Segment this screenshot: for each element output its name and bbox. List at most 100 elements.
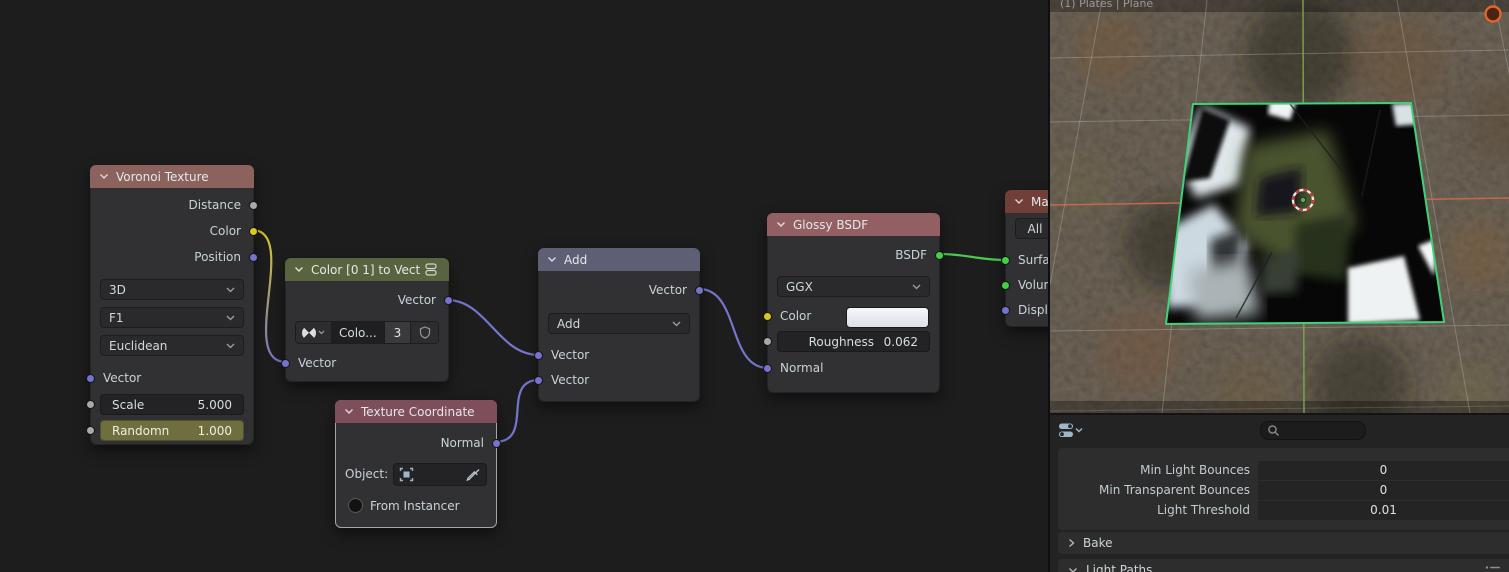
viewport-3d[interactable]: (1) Plates | Plane [1050, 0, 1509, 413]
properties-editor-icon [1059, 423, 1083, 437]
browse-group-button[interactable] [296, 322, 332, 343]
roughness-slider[interactable]: Roughness 0.062 [777, 331, 930, 352]
socket-scale-in[interactable] [86, 400, 95, 409]
search-input[interactable] [1260, 421, 1366, 440]
node-texture-coordinate[interactable]: Texture Coordinate Normal Object: From I… [335, 400, 501, 528]
light-paths-panel-label: Light Paths [1086, 563, 1153, 572]
chevron-down-icon [226, 315, 235, 320]
scale-label: Scale [112, 397, 145, 412]
eyedropper-icon[interactable] [466, 468, 481, 482]
panel-grip-icon[interactable] [1485, 565, 1501, 572]
panel-bake[interactable]: Bake [1058, 532, 1509, 554]
user-count: 3 [393, 325, 402, 340]
normal-label: Normal [780, 361, 824, 375]
input-surface-label: Surface [1018, 253, 1050, 267]
link-texcoord-to-add [494, 378, 540, 444]
randomness-label: Randomn [112, 423, 170, 438]
min-light-bounces-field[interactable]: 0 [1258, 461, 1509, 480]
socket-distance-out[interactable] [249, 201, 258, 210]
node-header[interactable]: Material Output [1005, 190, 1050, 213]
viewport-render: (1) Plates | Plane [1050, 0, 1509, 413]
distribution-select[interactable]: GGX [777, 276, 930, 297]
output-vector-label: Vector [648, 283, 687, 297]
editor-type-button[interactable] [1058, 421, 1088, 439]
socket-surface-in[interactable] [1001, 256, 1010, 265]
randomness-slider[interactable]: Randomn 1.000 [100, 420, 244, 441]
socket-displacement-in[interactable] [1001, 306, 1010, 315]
collapse-chevron-icon[interactable] [344, 408, 354, 415]
collapse-chevron-icon[interactable] [776, 221, 786, 228]
dimension-select[interactable]: 3D [100, 279, 244, 300]
collapse-chevron-icon[interactable] [547, 256, 557, 263]
input-vector-label: Vector [298, 356, 337, 370]
collapse-chevron-icon[interactable] [99, 173, 109, 180]
node-header[interactable]: Texture Coordinate [335, 400, 497, 423]
socket-color-in[interactable] [763, 312, 772, 321]
light-object[interactable] [1484, 5, 1502, 23]
operation-select[interactable]: Add [548, 313, 690, 334]
socket-vector-in[interactable] [281, 359, 290, 368]
output-distance-label: Distance [188, 198, 241, 212]
operation-value: Add [557, 316, 581, 331]
socket-position-out[interactable] [249, 253, 258, 262]
chevron-right-icon [1069, 538, 1075, 548]
socket-vector2-in[interactable] [534, 376, 543, 385]
object-field[interactable] [393, 463, 487, 486]
socket-bsdf-out[interactable] [935, 251, 944, 260]
socket-vector-out[interactable] [695, 286, 704, 295]
output-bsdf-label: BSDF [895, 248, 927, 262]
light-settings-block: Min Light Bounces 0 Min Transparent Boun… [1058, 448, 1509, 530]
light-threshold-field[interactable]: 0.01 [1258, 501, 1509, 520]
node-header[interactable]: Color [0 1] to Vect [285, 258, 449, 281]
panel-light-paths[interactable]: Light Paths [1058, 559, 1509, 572]
node-material-output[interactable]: Material Output All Surface Volume Displ… [1001, 190, 1050, 327]
distance-metric-select[interactable]: Euclidean [100, 335, 244, 356]
socket-vector-out[interactable] [444, 296, 453, 305]
output-color-label: Color [209, 224, 241, 238]
group-name-field[interactable]: Colo... [332, 322, 385, 343]
socket-randomness-in[interactable] [86, 426, 95, 435]
user-count-button[interactable]: 3 [385, 322, 411, 343]
socket-volume-in[interactable] [1001, 281, 1010, 290]
bake-panel-label: Bake [1083, 536, 1113, 550]
node-header[interactable]: Add [538, 248, 700, 271]
metric-value: Euclidean [109, 338, 168, 353]
link-voronoi-color-to-group [251, 228, 287, 364]
properties-header [1050, 415, 1509, 445]
collapse-chevron-icon[interactable] [294, 266, 304, 273]
min-transparent-bounces-label: Min Transparent Bounces [1099, 483, 1250, 497]
socket-roughness-in[interactable] [763, 337, 772, 346]
input-volume-label: Volume [1018, 278, 1050, 292]
socket-normal-in[interactable] [763, 364, 772, 373]
dimension-value: 3D [109, 282, 126, 297]
scale-field[interactable]: Scale 5.000 [100, 394, 244, 415]
socket-vector-in[interactable] [86, 374, 95, 383]
shader-node-editor[interactable]: Voronoi Texture Distance Color Position … [0, 0, 1050, 572]
feature-select[interactable]: F1 [100, 307, 244, 328]
collapse-chevron-icon[interactable] [1014, 198, 1024, 205]
light-threshold-label: Light Threshold [1157, 503, 1250, 517]
target-select[interactable]: All [1015, 218, 1050, 239]
node-title: Add [564, 252, 588, 267]
group-name: Colo... [339, 325, 377, 340]
fake-user-button[interactable] [411, 322, 438, 343]
node-group-color-to-vector[interactable]: Color [0 1] to Vect Vector Colo... 3 Vec… [281, 258, 453, 382]
node-voronoi-texture[interactable]: Voronoi Texture Distance Color Position … [86, 165, 258, 445]
color-swatch[interactable] [846, 307, 929, 328]
link-group-to-add [446, 298, 540, 357]
node-header[interactable]: Glossy BSDF [767, 213, 940, 236]
node-vector-math-add[interactable]: Add Vector Add Vector Vector [534, 248, 704, 402]
blender-window: Voronoi Texture Distance Color Position … [0, 0, 1509, 572]
chevron-down-icon [226, 287, 235, 292]
node-title: Texture Coordinate [361, 404, 475, 419]
node-header[interactable]: Voronoi Texture [90, 165, 254, 188]
socket-color-out[interactable] [249, 227, 258, 236]
socket-vector1-in[interactable] [534, 351, 543, 360]
target-value: All [1027, 221, 1043, 236]
min-transparent-bounces-field[interactable]: 0 [1258, 481, 1509, 500]
chevron-down-icon [226, 343, 235, 348]
chevron-down-icon [318, 330, 325, 335]
socket-normal-out[interactable] [492, 439, 501, 448]
viewport-info-text: (1) Plates | Plane [1060, 0, 1153, 10]
node-glossy-bsdf[interactable]: Glossy BSDF BSDF GGX Color Roughness 0.0… [763, 213, 944, 393]
